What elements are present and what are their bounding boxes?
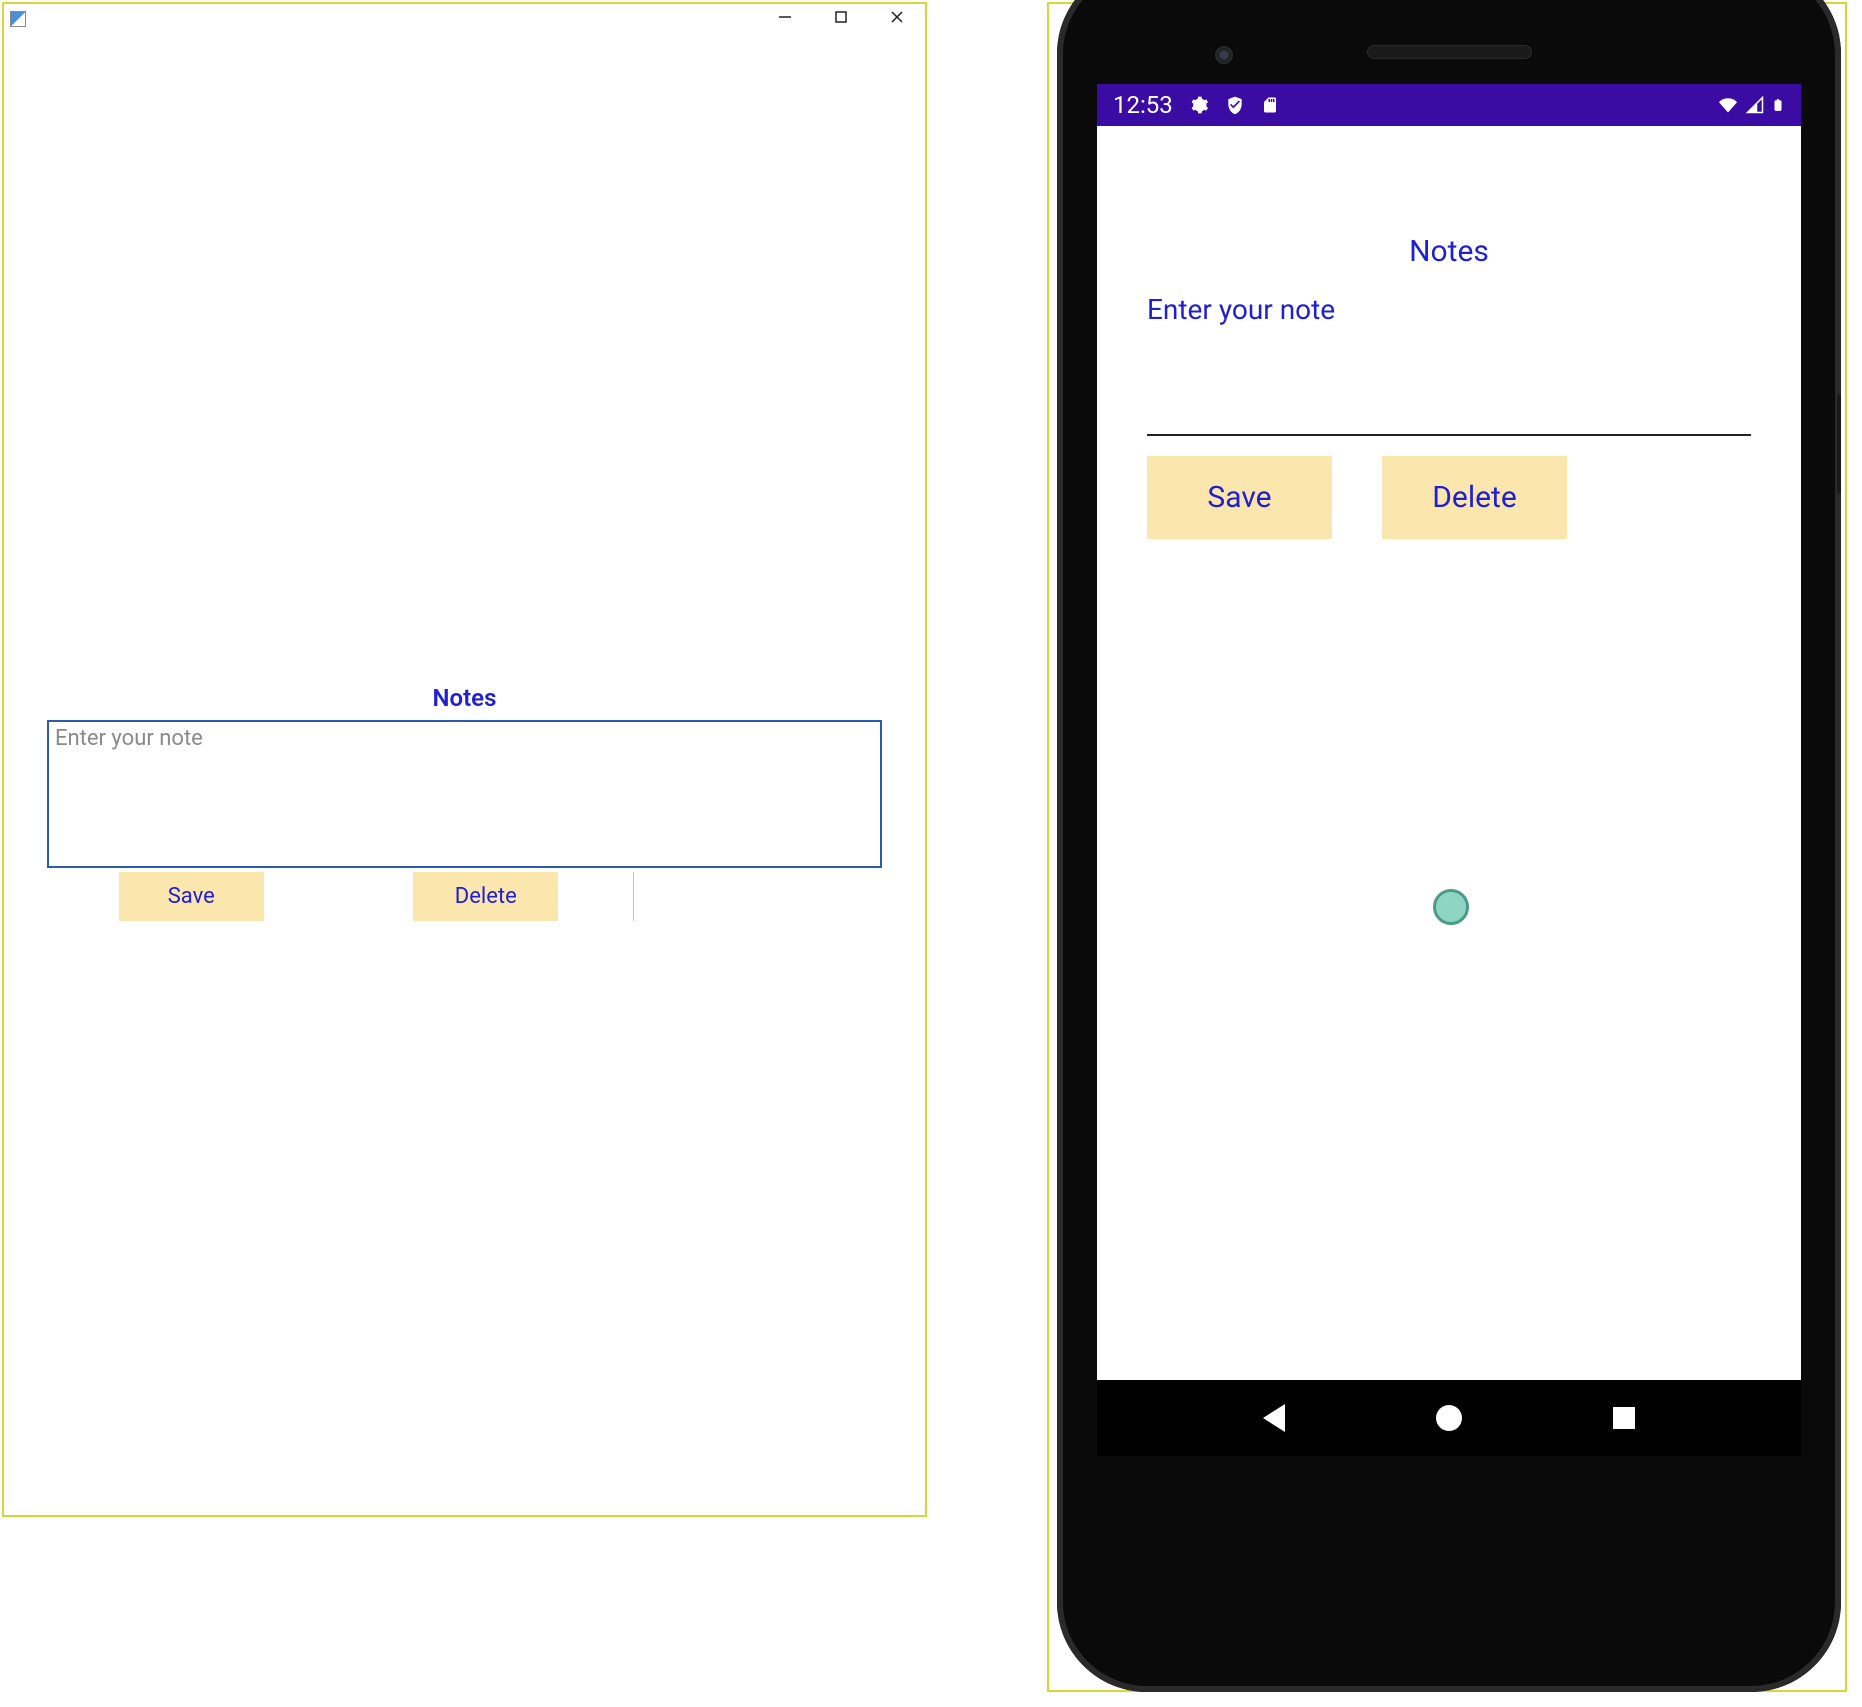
android-statusbar: 12:53 [1097, 84, 1801, 126]
phone-power-button [1837, 394, 1841, 494]
phone-camera-icon [1215, 46, 1233, 64]
desktop-content-area: Notes Save Delete [4, 34, 925, 1515]
shield-icon [1225, 95, 1245, 115]
mobile-button-row: Save Delete [1147, 456, 1751, 539]
button-row: Save Delete [44, 872, 634, 921]
statusbar-time: 12:53 [1113, 91, 1173, 119]
nav-back-button[interactable] [1263, 1404, 1285, 1432]
mobile-input-container: Enter your note [1147, 293, 1751, 436]
mobile-content-area: Notes Enter your note Save Delete [1097, 126, 1801, 539]
delete-button[interactable]: Delete [413, 872, 558, 921]
window-controls [771, 7, 919, 31]
close-icon[interactable] [883, 7, 911, 31]
mobile-save-button[interactable]: Save [1147, 456, 1332, 539]
page-title: Notes [44, 684, 885, 712]
phone-screen: 12:53 [1097, 84, 1801, 1456]
battery-icon [1771, 94, 1785, 116]
note-input[interactable] [49, 722, 880, 866]
android-navbar [1097, 1380, 1801, 1456]
mobile-input-label: Enter your note [1147, 293, 1751, 326]
desktop-app-window: Notes Save Delete [2, 2, 927, 1517]
phone-speaker [1367, 45, 1532, 59]
nav-recent-button[interactable] [1613, 1407, 1635, 1429]
app-icon [10, 11, 26, 27]
minimize-icon[interactable] [771, 7, 799, 31]
maximize-icon[interactable] [827, 7, 855, 31]
mobile-note-input[interactable] [1147, 326, 1751, 436]
note-input-container [47, 720, 882, 868]
nav-home-button[interactable] [1436, 1405, 1462, 1431]
wifi-icon [1717, 96, 1739, 114]
window-titlebar[interactable] [4, 4, 925, 34]
touch-indicator-icon [1433, 889, 1469, 925]
gear-icon [1189, 95, 1209, 115]
mobile-delete-button[interactable]: Delete [1382, 456, 1567, 539]
save-button[interactable]: Save [119, 872, 264, 921]
sd-card-icon [1261, 95, 1279, 115]
phone-mockup-frame: 12:53 [1047, 2, 1847, 1692]
signal-icon [1745, 96, 1765, 114]
mobile-page-title: Notes [1147, 234, 1751, 269]
phone-bezel-top [1057, 0, 1841, 84]
phone-body: 12:53 [1057, 0, 1841, 1692]
